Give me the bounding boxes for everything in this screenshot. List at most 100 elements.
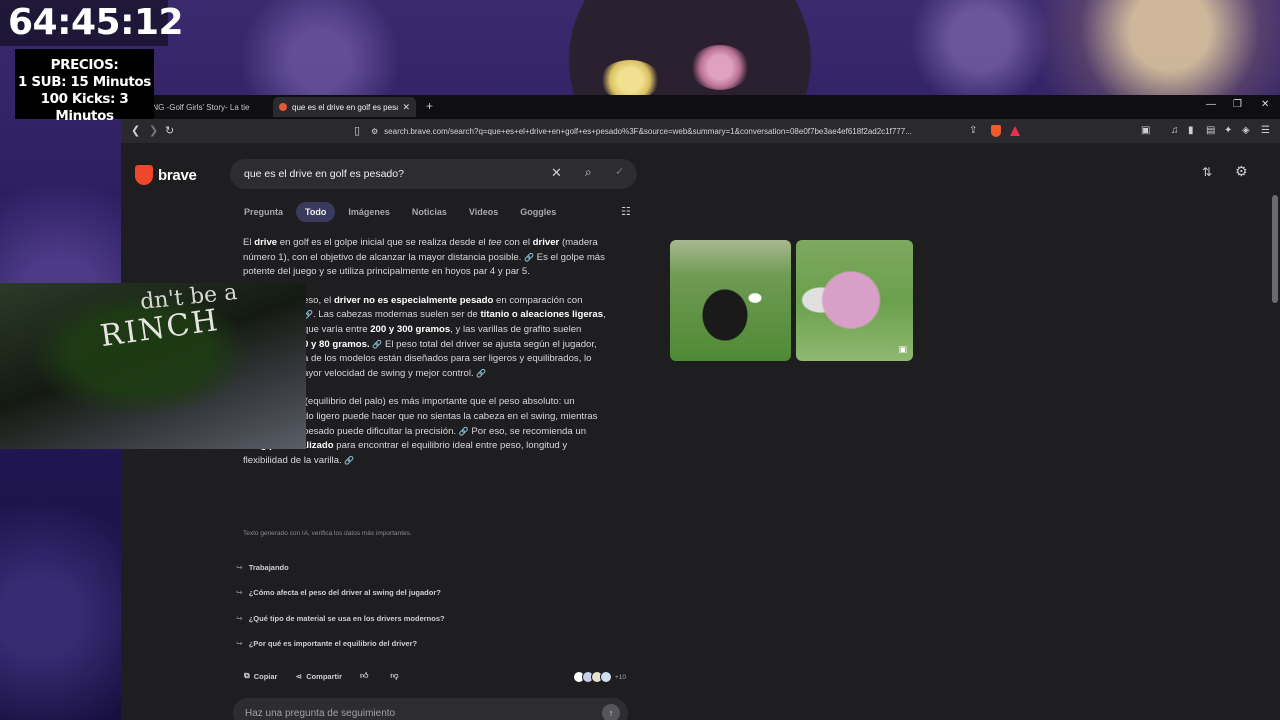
reader-icon[interactable]: ▣	[1141, 125, 1150, 136]
share-label: Compartir	[306, 671, 343, 681]
brave-favicon-icon	[279, 103, 287, 111]
brave-shields-icon[interactable]	[991, 125, 1001, 137]
bookmark-icon[interactable]: ▯	[354, 124, 360, 137]
tab-noticias[interactable]: Noticias	[403, 202, 456, 222]
search-query: que es el drive en golf es pesado?	[244, 168, 404, 180]
citation-icon[interactable]: 🔗	[459, 427, 469, 436]
golf-bags-image[interactable]: ▣	[796, 240, 913, 361]
tab-pregunta[interactable]: Pregunta	[235, 202, 292, 222]
arrow-icon: ↪	[236, 639, 243, 648]
thumbs-up-icon: 👍︎	[360, 671, 369, 680]
answer-bold: 0 y 80 gramos.	[303, 338, 370, 350]
prices-title: PRECIOS:	[50, 57, 119, 73]
brave-logo[interactable]: brave	[135, 165, 197, 185]
brave-rewards-icon[interactable]	[1010, 126, 1020, 136]
send-button[interactable]: ↑	[602, 704, 620, 720]
answer-text: El peso total del driver se ajusta según…	[382, 338, 597, 350]
answer-bold: titanio o aleaciones ligeras	[480, 309, 604, 321]
close-window-button[interactable]: ✕	[1261, 99, 1269, 110]
answer-bold: 200 y 300 gramos	[370, 323, 451, 335]
thumbs-down-button[interactable]: 👎︎	[390, 671, 402, 681]
close-tab-icon[interactable]: ✕	[398, 102, 410, 113]
followup-placeholder: Haz una pregunta de seguimiento	[245, 707, 396, 719]
golf-driver-image[interactable]	[670, 240, 791, 361]
menu-icon[interactable]: ☰	[1261, 125, 1270, 136]
copy-icon: ⧉	[244, 671, 250, 680]
thumbs-up-button[interactable]: 👍︎	[360, 671, 372, 681]
leo-ai-icon[interactable]: ✦	[1224, 125, 1232, 136]
restore-button[interactable]: ❐	[1233, 99, 1242, 110]
followup-label: Trabajando	[248, 563, 289, 572]
source-favicon-icon	[600, 671, 612, 683]
sidebar-icon[interactable]: ▮	[1188, 125, 1194, 136]
followup-question[interactable]: ↪ ¿Cómo afecta el peso del driver al swin…	[236, 588, 441, 597]
media-icon[interactable]: ♫	[1171, 125, 1179, 136]
brave-lion-icon	[135, 165, 153, 185]
tab-todo[interactable]: Todo	[296, 202, 336, 222]
arrow-icon: ↪	[236, 588, 243, 597]
site-info-icon[interactable]: ⚙	[371, 127, 378, 136]
browser-tab-active[interactable]: que es el drive en golf es pesado ✕	[273, 97, 416, 117]
minimize-button[interactable]: —	[1206, 99, 1216, 110]
webcam-shirt-text: RINCH	[98, 302, 222, 355]
answer-text: (equilibrio del palo) es más importante …	[302, 396, 575, 408]
clear-search-icon[interactable]: ✕	[551, 165, 562, 181]
flower-decoration	[690, 45, 750, 90]
answer-italic: tee	[488, 237, 502, 248]
image-icon: ▣	[898, 344, 907, 354]
share-button[interactable]: ⋖ Compartir	[295, 671, 342, 681]
new-tab-button[interactable]: +	[426, 99, 433, 113]
reload-button[interactable]: ↻	[165, 124, 174, 137]
sources-stack[interactable]: +10	[573, 671, 627, 683]
vpn-icon[interactable]: ◈	[1242, 125, 1250, 136]
answer-text: ,	[603, 309, 606, 321]
answer-text: eso, el	[303, 294, 334, 306]
answer-bold: drive	[254, 237, 278, 248]
citation-icon[interactable]: 🔗	[524, 253, 534, 262]
answer-paragraph: El drive en golf es el golpe inicial que…	[243, 236, 628, 280]
answer-text: , y las varillas de grafito suelen	[450, 323, 582, 335]
answer-text: en golf es el golpe inicial que se reali…	[277, 237, 489, 248]
prices-panel: PRECIOS: 1 SUB: 15 Minutos 100 Kicks: 3 …	[15, 49, 154, 124]
webcam-overlay: dn't be a RINCH	[0, 283, 306, 449]
search-input[interactable]: que es el drive en golf es pesado?	[230, 159, 637, 189]
answer-text: do ligero puede hacer que no sientas la …	[303, 410, 598, 422]
tab-title: que es el drive en golf es pesado	[292, 102, 398, 112]
wallet-icon[interactable]: ▤	[1206, 125, 1215, 136]
filter-icon[interactable]: ☷	[621, 205, 631, 218]
tab-videos[interactable]: Videos	[460, 202, 507, 222]
tab-imagenes[interactable]: Imágenes	[339, 202, 399, 222]
gear-icon[interactable]: ⚙	[1235, 163, 1248, 180]
prices-line: 100 Kicks: 3 Minutos	[40, 91, 129, 124]
search-icon[interactable]: ⌕	[585, 165, 592, 180]
answer-text: . Las cabezas modernas suelen ser de	[312, 309, 481, 321]
citation-icon[interactable]: 🔗	[476, 369, 486, 378]
answer-text: que varía entre	[303, 323, 371, 335]
citation-icon[interactable]: 🔗	[372, 340, 382, 349]
answer-text: Por eso, se recomienda un	[468, 425, 587, 437]
answer-text: pesado puede dificultar la precisión.	[303, 425, 457, 437]
forward-button[interactable]: ❯	[149, 124, 158, 137]
ai-disclaimer: Texto generado con IA, verifica los dato…	[243, 530, 412, 537]
answer-text: flexibilidad de la varilla.	[243, 454, 342, 466]
answer-text: a de los modelos están diseñados para se…	[303, 353, 592, 365]
check-icon[interactable]: ✓	[615, 165, 624, 178]
sort-icon[interactable]: ⇅	[1202, 165, 1212, 179]
followup-label: ¿Qué tipo de material se usa en los driv…	[248, 614, 445, 623]
back-button[interactable]: ❮	[131, 124, 140, 137]
citation-icon[interactable]: 🔗	[344, 456, 354, 465]
tab-goggles[interactable]: Goggles	[511, 202, 565, 222]
answer-text: El	[243, 237, 255, 248]
followup-input[interactable]: Haz una pregunta de seguimiento ↑	[233, 698, 628, 720]
sources-count: +10	[615, 673, 627, 681]
followup-question[interactable]: ↪ ¿Qué tipo de material se usa en los dri…	[236, 614, 445, 623]
page-scrollbar[interactable]	[1272, 195, 1278, 303]
stream-timer: 64:45:12	[0, 0, 184, 46]
logo-text: brave	[158, 166, 197, 184]
share-icon[interactable]: ⇪	[969, 125, 977, 136]
answer-bold: driver no es especialmente pesado	[333, 294, 494, 306]
address-bar[interactable]: ⚙ search.brave.com/search?q=que+es+el+dr…	[371, 122, 1031, 140]
share-icon: ⋖	[295, 671, 303, 681]
followup-question[interactable]: ↪ ¿Por qué es importante el equilibrio de…	[236, 639, 417, 648]
copy-button[interactable]: ⧉ Copiar	[244, 671, 277, 681]
